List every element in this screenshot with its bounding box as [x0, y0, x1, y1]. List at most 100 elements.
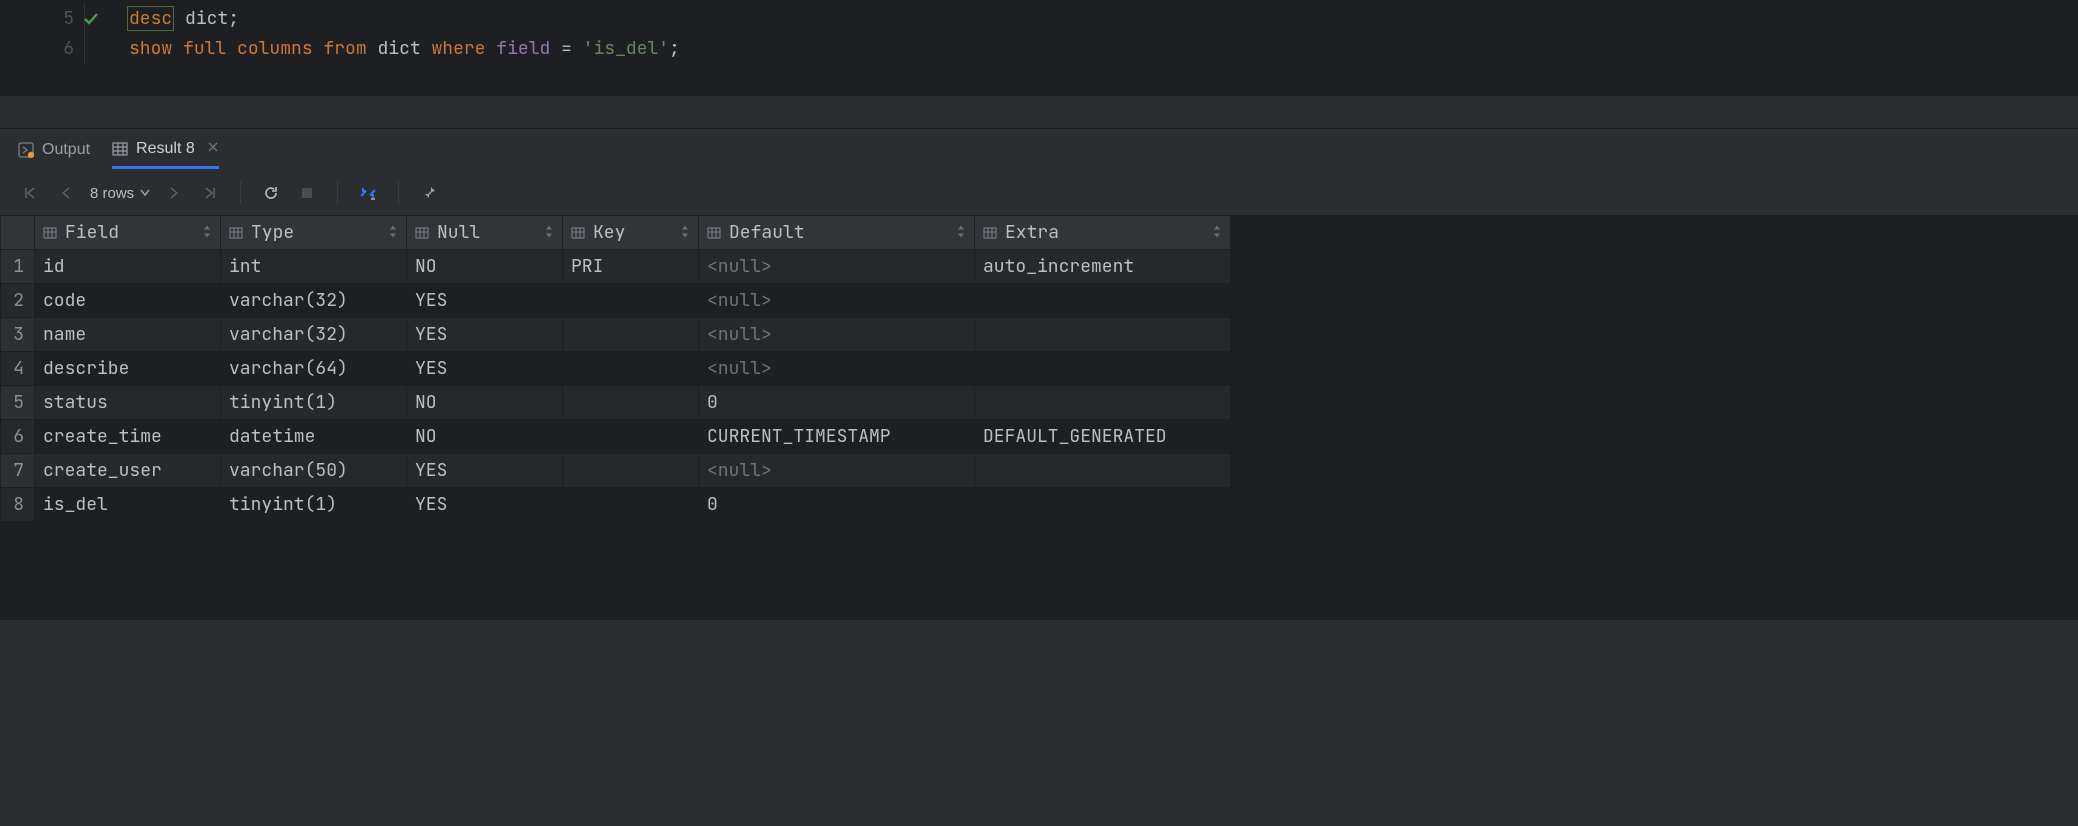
- close-icon[interactable]: [207, 140, 219, 158]
- cell-type[interactable]: varchar(50): [221, 454, 407, 488]
- cell-default[interactable]: CURRENT_TIMESTAMP: [699, 420, 975, 454]
- rows-dropdown[interactable]: 8 rows: [90, 185, 150, 202]
- cell-field[interactable]: code: [35, 284, 221, 318]
- table-row[interactable]: 1idintNOPRI<null>auto_increment: [1, 250, 1231, 284]
- column-icon: [707, 226, 721, 240]
- cell-key[interactable]: [563, 318, 699, 352]
- cell-key[interactable]: [563, 386, 699, 420]
- column-header-key[interactable]: Key: [563, 216, 699, 250]
- cell-null[interactable]: YES: [407, 488, 563, 522]
- table-row[interactable]: 3namevarchar(32)YES <null>: [1, 318, 1231, 352]
- cell-field[interactable]: is_del: [35, 488, 221, 522]
- row-number: 3: [1, 318, 35, 352]
- pin-button[interactable]: [417, 181, 441, 205]
- cell-extra[interactable]: [975, 352, 1231, 386]
- column-header-type[interactable]: Type: [221, 216, 407, 250]
- table-row[interactable]: 7create_uservarchar(50)YES<null>: [1, 454, 1231, 488]
- prev-page-button[interactable]: [54, 181, 78, 205]
- results-toolbar: 8 rows: [0, 171, 2078, 215]
- cell-type[interactable]: varchar(64): [221, 352, 407, 386]
- cell-default[interactable]: 0: [699, 386, 975, 420]
- null-value: <null>: [707, 459, 772, 482]
- cell-field[interactable]: create_time: [35, 420, 221, 454]
- tab-result[interactable]: Result 8: [112, 140, 219, 169]
- column-header-field[interactable]: Field: [35, 216, 221, 250]
- cell-key[interactable]: [563, 454, 699, 488]
- cell-type[interactable]: int: [221, 250, 407, 284]
- cell-null[interactable]: NO: [407, 386, 563, 420]
- result-grid-wrap[interactable]: Field Type NullKeyDefault Extra 1idintNOPRI…: [0, 215, 2078, 620]
- stop-button[interactable]: [295, 181, 319, 205]
- code-line[interactable]: desc dict;: [129, 4, 680, 34]
- cell-default[interactable]: <null>: [699, 250, 975, 284]
- column-header-extra[interactable]: Extra: [975, 216, 1231, 250]
- cell-type[interactable]: datetime: [221, 420, 407, 454]
- column-header-null[interactable]: Null: [407, 216, 563, 250]
- cell-extra[interactable]: [975, 318, 1231, 352]
- cell-extra[interactable]: [975, 454, 1231, 488]
- sort-icon[interactable]: [544, 221, 554, 244]
- cell-key[interactable]: [563, 420, 699, 454]
- last-page-button[interactable]: [198, 181, 222, 205]
- sql-editor[interactable]: 56 desc dict;show full columns from dict…: [0, 0, 2078, 95]
- cell-field[interactable]: id: [35, 250, 221, 284]
- cell-null[interactable]: YES: [407, 318, 563, 352]
- column-header-default[interactable]: Default: [699, 216, 975, 250]
- cell-default[interactable]: <null>: [699, 352, 975, 386]
- reload-button[interactable]: [259, 181, 283, 205]
- column-icon: [571, 226, 585, 240]
- cell-field[interactable]: name: [35, 318, 221, 352]
- cell-null[interactable]: NO: [407, 250, 563, 284]
- cell-default[interactable]: 0: [699, 488, 975, 522]
- cell-type[interactable]: varchar(32): [221, 318, 407, 352]
- sort-icon[interactable]: [388, 221, 398, 244]
- editor-code[interactable]: desc dict;show full columns from dict wh…: [84, 4, 680, 64]
- rownum-header: [1, 216, 35, 250]
- cell-null[interactable]: YES: [407, 352, 563, 386]
- next-page-button[interactable]: [162, 181, 186, 205]
- table-row[interactable]: 8is_deltinyint(1)YES0: [1, 488, 1231, 522]
- results-tabs: Output Result 8: [0, 129, 2078, 171]
- cell-field[interactable]: create_user: [35, 454, 221, 488]
- cell-key[interactable]: [563, 488, 699, 522]
- sort-icon[interactable]: [680, 221, 690, 244]
- sort-icon[interactable]: [202, 221, 212, 244]
- cell-field[interactable]: describe: [35, 352, 221, 386]
- cell-null[interactable]: YES: [407, 284, 563, 318]
- cell-key[interactable]: [563, 284, 699, 318]
- cell-extra[interactable]: auto_increment: [975, 250, 1231, 284]
- cell-extra[interactable]: [975, 488, 1231, 522]
- cell-default[interactable]: <null>: [699, 284, 975, 318]
- sort-icon[interactable]: [1212, 221, 1222, 244]
- tab-output[interactable]: Output: [18, 141, 90, 167]
- compare-button[interactable]: [356, 181, 380, 205]
- output-icon: [18, 142, 34, 158]
- table-row[interactable]: 2codevarchar(32)YES<null>: [1, 284, 1231, 318]
- first-page-button[interactable]: [18, 181, 42, 205]
- cell-null[interactable]: NO: [407, 420, 563, 454]
- run-line-check-icon[interactable]: [82, 8, 100, 38]
- column-header-label: Extra: [1005, 221, 1059, 244]
- cell-default[interactable]: <null>: [699, 454, 975, 488]
- cell-key[interactable]: PRI: [563, 250, 699, 284]
- cell-field[interactable]: status: [35, 386, 221, 420]
- cell-null[interactable]: YES: [407, 454, 563, 488]
- cell-default[interactable]: <null>: [699, 318, 975, 352]
- cell-extra[interactable]: [975, 284, 1231, 318]
- sort-icon[interactable]: [956, 221, 966, 244]
- column-header-label: Type: [251, 221, 294, 244]
- editor-gutter: 56: [0, 4, 84, 64]
- table-row[interactable]: 5statustinyint(1)NO 0: [1, 386, 1231, 420]
- cell-extra[interactable]: DEFAULT_GENERATED: [975, 420, 1231, 454]
- cell-type[interactable]: tinyint(1): [221, 386, 407, 420]
- cell-key[interactable]: [563, 352, 699, 386]
- cell-type[interactable]: varchar(32): [221, 284, 407, 318]
- table-row[interactable]: 6create_timedatetimeNOCURRENT_TIMESTAMPD…: [1, 420, 1231, 454]
- code-line[interactable]: show full columns from dict where field …: [129, 34, 680, 64]
- app-root: 56 desc dict;show full columns from dict…: [0, 0, 2078, 620]
- cell-type[interactable]: tinyint(1): [221, 488, 407, 522]
- row-number: 5: [1, 386, 35, 420]
- null-value: <null>: [707, 357, 772, 380]
- cell-extra[interactable]: [975, 386, 1231, 420]
- table-row[interactable]: 4describevarchar(64)YES<null>: [1, 352, 1231, 386]
